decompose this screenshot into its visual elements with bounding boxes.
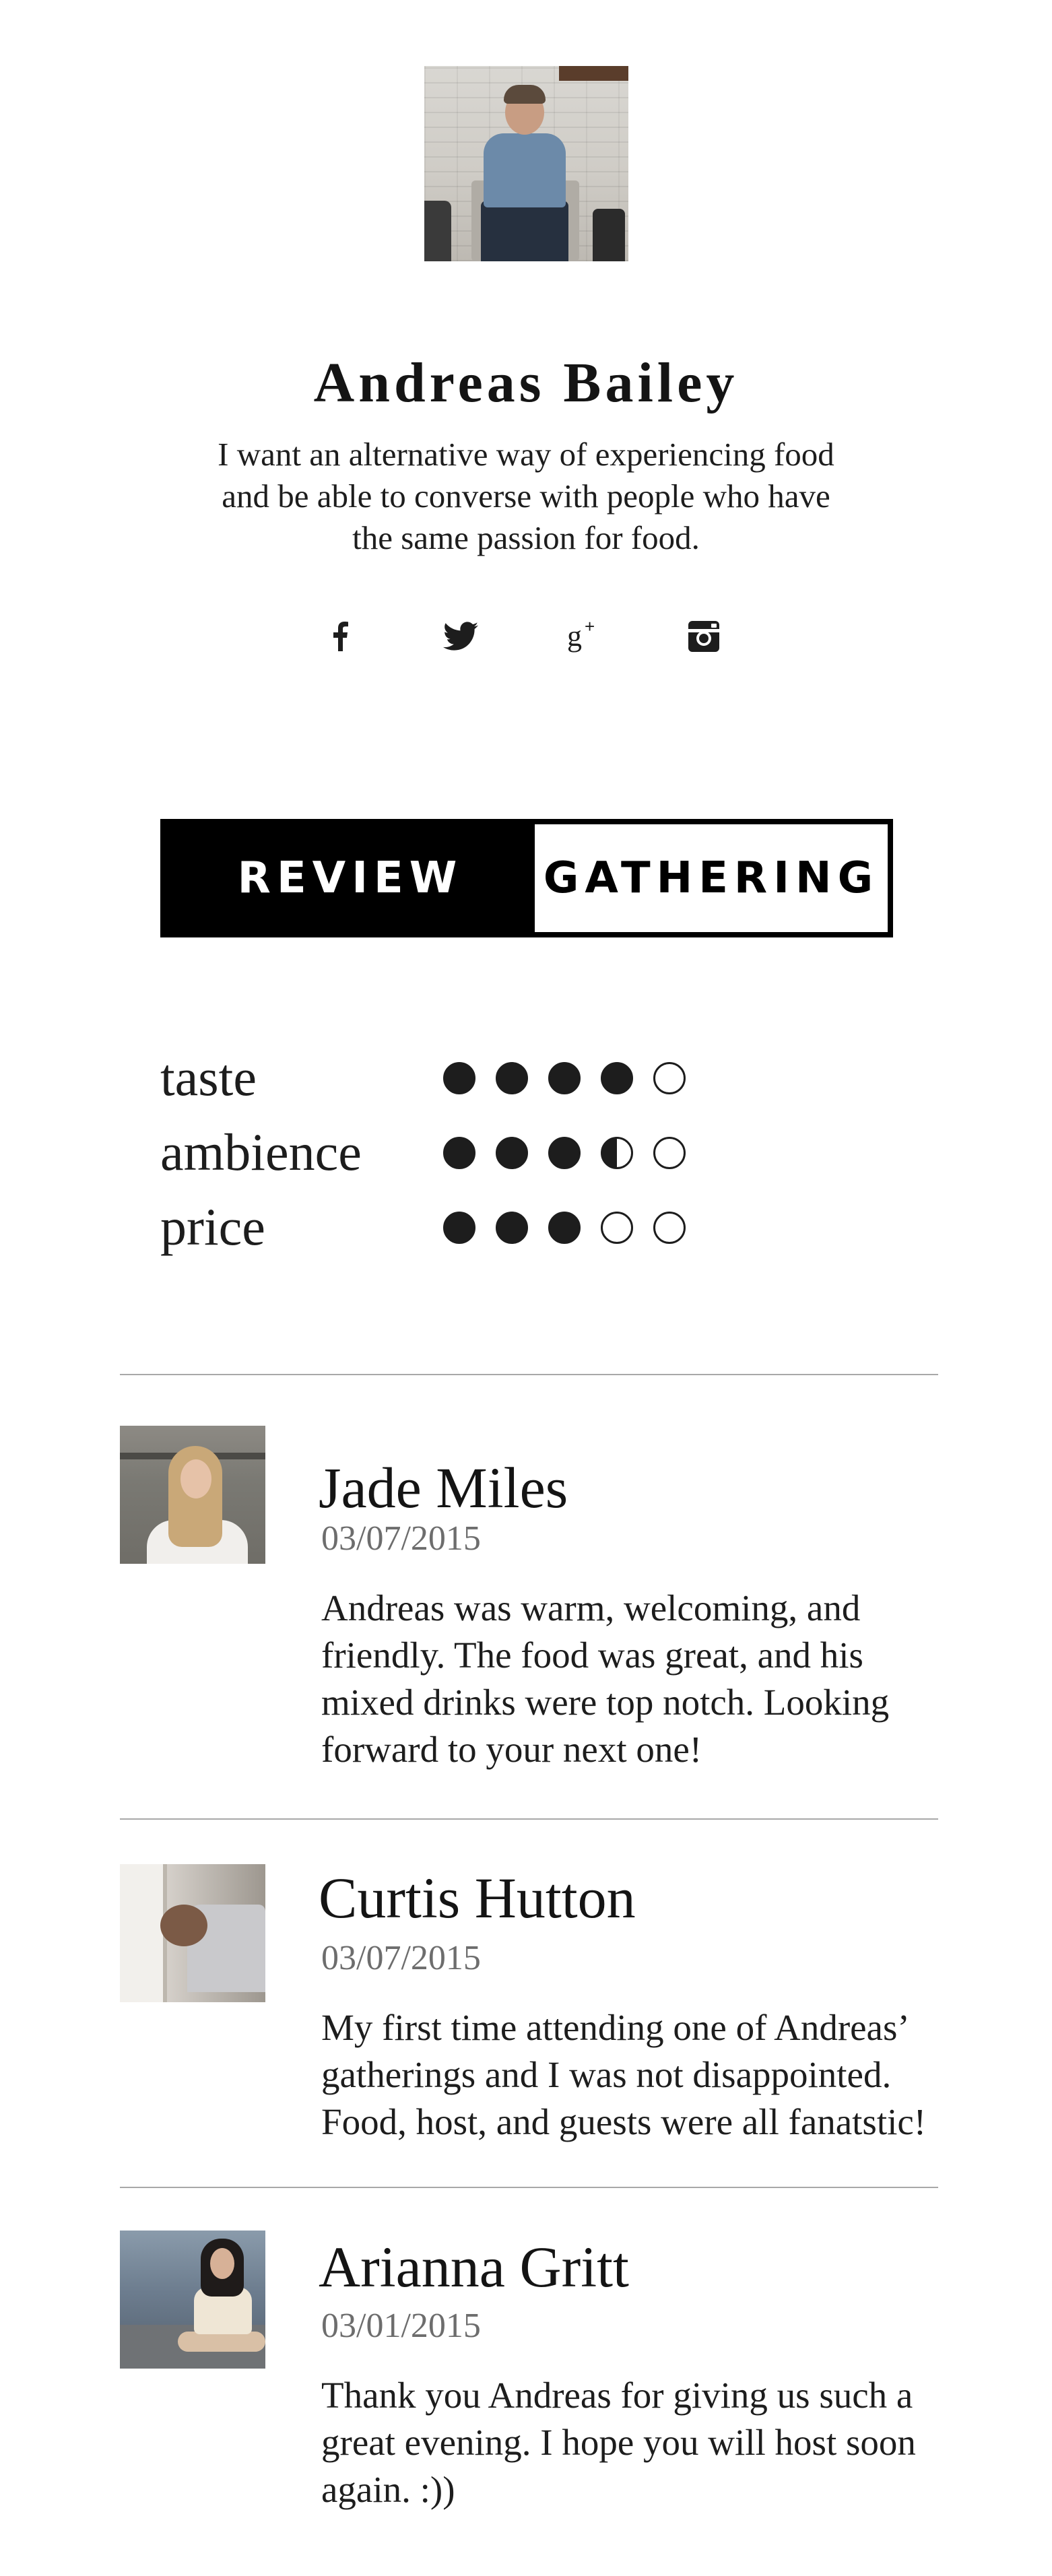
rating-dot-empty xyxy=(653,1212,686,1244)
reviewer-name: Jade Miles xyxy=(319,1455,568,1520)
reviewer-avatar xyxy=(120,1426,265,1564)
reviewer-avatar xyxy=(120,2231,265,2369)
avatar-person-legs xyxy=(178,2332,265,2352)
rating-dot-empty xyxy=(601,1212,633,1244)
tab-gathering[interactable]: GATHERING xyxy=(535,824,888,932)
rating-dot-full xyxy=(548,1212,581,1244)
avatar-person-legs xyxy=(481,201,568,261)
review-text-line: again. :)) xyxy=(321,2469,455,2510)
rating-dot-empty xyxy=(653,1062,686,1094)
avatar-person-face xyxy=(180,1459,211,1498)
rating-dot-full xyxy=(443,1212,475,1244)
avatar-window xyxy=(120,1864,167,2002)
twitter-icon xyxy=(443,622,478,651)
rating-dot-full xyxy=(601,1062,633,1094)
review-text-line: Andreas was warm, welcoming, and xyxy=(321,1587,861,1628)
profile-bio-line: and be able to converse with people who … xyxy=(222,477,830,515)
avatar-person-hair xyxy=(504,85,546,104)
review-text-line: mixed drinks were top notch. Looking xyxy=(321,1682,890,1723)
divider xyxy=(120,1374,938,1375)
review-text: Thank you Andreas for giving us such a g… xyxy=(321,2372,948,2513)
rating-row-taste: taste xyxy=(160,1047,699,1122)
review-item: Curtis Hutton 03/07/2015 My first time a… xyxy=(120,1864,938,2187)
review-text-line: Food, host, and guests were all fanatsti… xyxy=(321,2101,927,2142)
profile-name: Andreas Bailey xyxy=(313,352,739,414)
review-date: 03/07/2015 xyxy=(321,1939,481,1977)
profile-bio-line: I want an alternative way of experiencin… xyxy=(218,436,834,473)
rating-dot-full xyxy=(548,1137,581,1169)
rating-row-price: price xyxy=(160,1197,699,1272)
rating-dot-full xyxy=(496,1212,528,1244)
review-text-line: My first time attending one of Andreas’ xyxy=(321,2007,910,2048)
rating-dot-full xyxy=(443,1137,475,1169)
review-text: Andreas was warm, welcoming, and friendl… xyxy=(321,1585,948,1773)
instagram-icon xyxy=(688,621,719,652)
reviewer-avatar xyxy=(120,1864,265,2002)
rating-label: price xyxy=(160,1197,265,1256)
review-text: My first time attending one of Andreas’ … xyxy=(321,2004,948,2146)
review-item: Jade Miles 03/07/2015 Andreas was warm, … xyxy=(120,1426,938,1803)
instagram-link[interactable] xyxy=(684,616,724,657)
google-plus-link[interactable]: g + xyxy=(566,616,606,657)
rating-row-ambience: ambience xyxy=(160,1122,699,1197)
svg-text:g: g xyxy=(567,620,582,653)
review-text-line: gatherings and I was not disappointed. xyxy=(321,2054,892,2095)
review-text-line: Thank you Andreas for giving us such a xyxy=(321,2375,913,2416)
profile-bio: I want an alternative way of experiencin… xyxy=(189,434,863,559)
rating-dot-empty xyxy=(653,1137,686,1169)
avatar-person-head xyxy=(160,1905,207,1946)
tab-switcher: REVIEW GATHERING xyxy=(160,819,893,937)
divider xyxy=(120,2187,938,2188)
avatar-person-face xyxy=(210,2248,234,2279)
reviewer-name: Curtis Hutton xyxy=(319,1865,636,1930)
rating-label: taste xyxy=(160,1048,257,1107)
review-date: 03/07/2015 xyxy=(321,1519,481,1558)
google-plus-icon: g + xyxy=(567,616,595,653)
twitter-link[interactable] xyxy=(440,616,481,657)
rating-dot-full xyxy=(496,1137,528,1169)
profile-bio-line: the same passion for food. xyxy=(352,519,700,556)
rating-dot-half xyxy=(601,1137,633,1169)
svg-text:+: + xyxy=(585,616,595,636)
facebook-link[interactable] xyxy=(320,616,360,657)
divider xyxy=(120,1818,938,1820)
review-item: Arianna Gritt 03/01/2015 Thank you Andre… xyxy=(120,2231,938,2567)
review-date: 03/01/2015 xyxy=(321,2307,481,2345)
ratings-panel: taste ambience price xyxy=(160,1047,699,1272)
avatar-bag xyxy=(593,209,625,261)
rating-dot-full xyxy=(496,1062,528,1094)
avatar-picture-frame xyxy=(559,66,628,81)
review-text-line: friendly. The food was great, and his xyxy=(321,1634,863,1676)
review-text-line: forward to your next one! xyxy=(321,1729,702,1770)
review-text-line: great evening. I hope you will host soon xyxy=(321,2422,916,2463)
tab-review[interactable]: REVIEW xyxy=(166,824,535,932)
avatar-stool xyxy=(424,201,451,261)
reviewer-name: Arianna Gritt xyxy=(319,2235,629,2299)
rating-dot-full xyxy=(548,1062,581,1094)
profile-avatar xyxy=(424,66,628,261)
rating-label: ambience xyxy=(160,1123,362,1181)
rating-dot-full xyxy=(443,1062,475,1094)
facebook-icon xyxy=(333,622,348,651)
avatar-person-shirt xyxy=(484,133,566,207)
